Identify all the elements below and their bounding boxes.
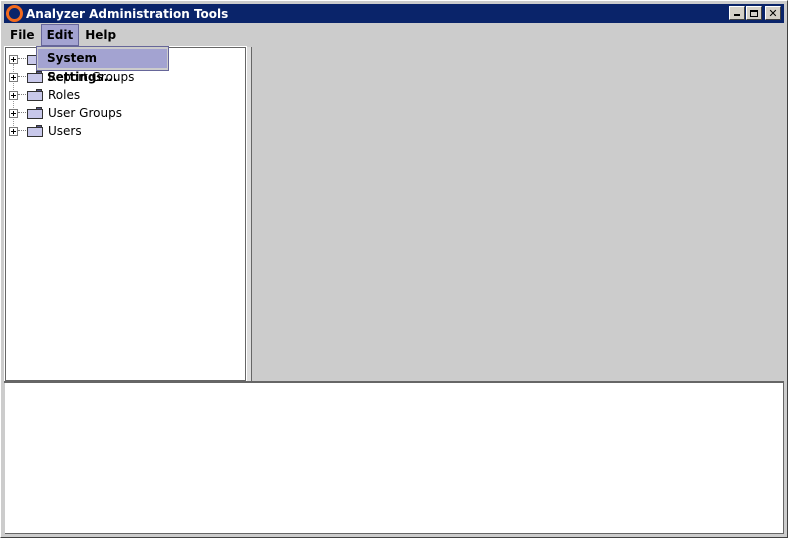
tree-connector bbox=[18, 130, 26, 132]
menu-edit[interactable]: Edit bbox=[40, 24, 80, 46]
folder-icon bbox=[27, 107, 43, 119]
tree-connector bbox=[18, 76, 26, 78]
folder-icon bbox=[27, 89, 43, 101]
tree-item-roles[interactable]: Roles bbox=[9, 86, 80, 104]
expand-icon[interactable] bbox=[9, 108, 18, 118]
window-title: Analyzer Administration Tools bbox=[26, 6, 229, 21]
close-icon: ✕ bbox=[768, 6, 778, 20]
close-button[interactable]: ✕ bbox=[765, 6, 781, 20]
content-panel bbox=[253, 47, 784, 381]
app-logo-icon bbox=[6, 5, 23, 22]
folder-icon bbox=[27, 71, 43, 83]
maximize-button[interactable] bbox=[746, 6, 762, 20]
expand-icon[interactable] bbox=[9, 126, 18, 136]
minimize-button[interactable] bbox=[729, 6, 745, 20]
tree-connector bbox=[18, 94, 26, 96]
output-panel bbox=[5, 383, 784, 534]
tree-item-label: User Groups bbox=[48, 106, 122, 120]
edit-menu-dropdown: System Settings... bbox=[36, 46, 169, 84]
maximize-icon bbox=[750, 9, 758, 17]
window-controls: ✕ bbox=[728, 6, 781, 20]
expand-icon[interactable] bbox=[9, 54, 18, 64]
expand-icon[interactable] bbox=[9, 72, 18, 82]
tree-connector bbox=[18, 58, 26, 60]
tree-item-users[interactable]: Users bbox=[9, 122, 82, 140]
folder-icon bbox=[27, 125, 43, 137]
navigation-tree: Report Groups Roles User Groups Users bbox=[4, 46, 247, 382]
tree-connector bbox=[18, 112, 26, 114]
expand-icon[interactable] bbox=[9, 90, 18, 100]
tree-item-label: Roles bbox=[48, 88, 81, 102]
minimize-icon bbox=[734, 14, 740, 16]
tree-item-user-groups[interactable]: User Groups bbox=[9, 104, 122, 122]
tree-item-label: Users bbox=[48, 124, 82, 138]
menu-help[interactable]: Help bbox=[79, 24, 122, 46]
menu-file[interactable]: File bbox=[4, 24, 41, 46]
app-window: Analyzer Administration Tools ✕ File Edi… bbox=[0, 0, 788, 538]
menu-bar: File Edit Help bbox=[4, 24, 784, 46]
vertical-splitter[interactable] bbox=[247, 47, 252, 381]
menu-item-system-settings[interactable]: System Settings... bbox=[38, 49, 167, 84]
title-bar[interactable]: Analyzer Administration Tools ✕ bbox=[4, 4, 784, 23]
